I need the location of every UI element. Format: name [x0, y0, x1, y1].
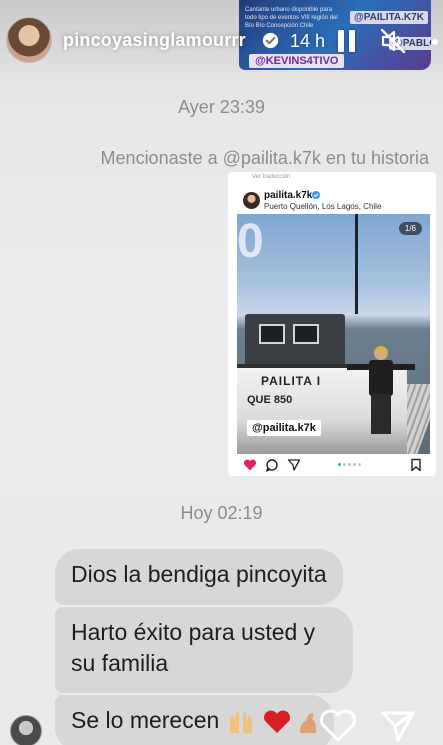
chat-timestamp: Ayer 23:39	[178, 97, 265, 117]
comment-icon[interactable]	[265, 458, 279, 472]
story-author-username[interactable]: pincoyasinglamourrr	[63, 30, 246, 51]
message-text: Dios la bendiga pincoyita	[71, 561, 327, 587]
pause-icon[interactable]	[338, 30, 356, 52]
share-icon[interactable]	[287, 458, 301, 472]
chat-timestamp: Hoy 02:19	[180, 503, 263, 523]
flexed-biceps-emoji	[300, 712, 317, 733]
verified-icon	[312, 191, 320, 199]
bookmark-icon[interactable]	[409, 458, 423, 472]
banner-mention-tag: @PAILITA.K7K	[350, 11, 428, 24]
boat-cabin	[245, 314, 345, 368]
message-text: Harto éxito para usted y su familia	[71, 619, 316, 676]
boat-name-text: PAILITA I	[261, 374, 322, 388]
photo-mention-tag: @pailita.k7k	[247, 420, 321, 436]
send-icon[interactable]	[380, 708, 416, 744]
carousel-dots	[338, 463, 362, 467]
story-author-avatar[interactable]	[6, 17, 52, 63]
message-bubble[interactable]: Harto éxito para usted y su familia	[55, 607, 353, 693]
post-photo: 0 1/6 PAILITA I QUE 850 @pailita.k7k	[237, 214, 430, 454]
heart-icon[interactable]	[318, 708, 358, 744]
message-bubble[interactable]: Se lo merecen	[55, 695, 335, 745]
post-action-bar	[243, 458, 423, 472]
photo-overlay-glyph: 0	[237, 215, 264, 268]
more-icon[interactable]	[432, 39, 438, 45]
heart-icon[interactable]	[243, 458, 257, 472]
message-text: Se lo merecen	[71, 707, 220, 733]
shared-story-card[interactable]: Ver traducción pailita.k7k Puerto Quelló…	[228, 172, 436, 476]
mute-icon[interactable]	[380, 28, 406, 54]
verified-icon	[262, 32, 279, 49]
story-time: 14 h	[290, 31, 326, 51]
message-bubble[interactable]: Dios la bendiga pincoyita	[55, 549, 343, 605]
raising-hands-emoji	[229, 711, 252, 733]
story-mention-notice: Mencionaste a @pailita.k7k en tu histori…	[100, 148, 429, 168]
banner-mention-tag: @KEVINS4TIVO	[249, 54, 345, 68]
post-author-avatar	[243, 192, 260, 209]
boat-mast	[355, 214, 358, 314]
red-heart-emoji	[264, 710, 291, 733]
translation-link: Ver traducción	[252, 174, 291, 180]
banner-text: Cantante urbano disponible para todo tip…	[245, 7, 338, 29]
post-author-username: pailita.k7k	[264, 190, 313, 201]
carousel-counter: 1/6	[398, 222, 422, 235]
sender-avatar[interactable]	[10, 715, 42, 745]
post-location: Puerto Quellón, Los Lagos, Chile	[264, 202, 382, 211]
person-figure	[347, 346, 415, 436]
boat-registration-text: QUE 850	[247, 394, 293, 406]
